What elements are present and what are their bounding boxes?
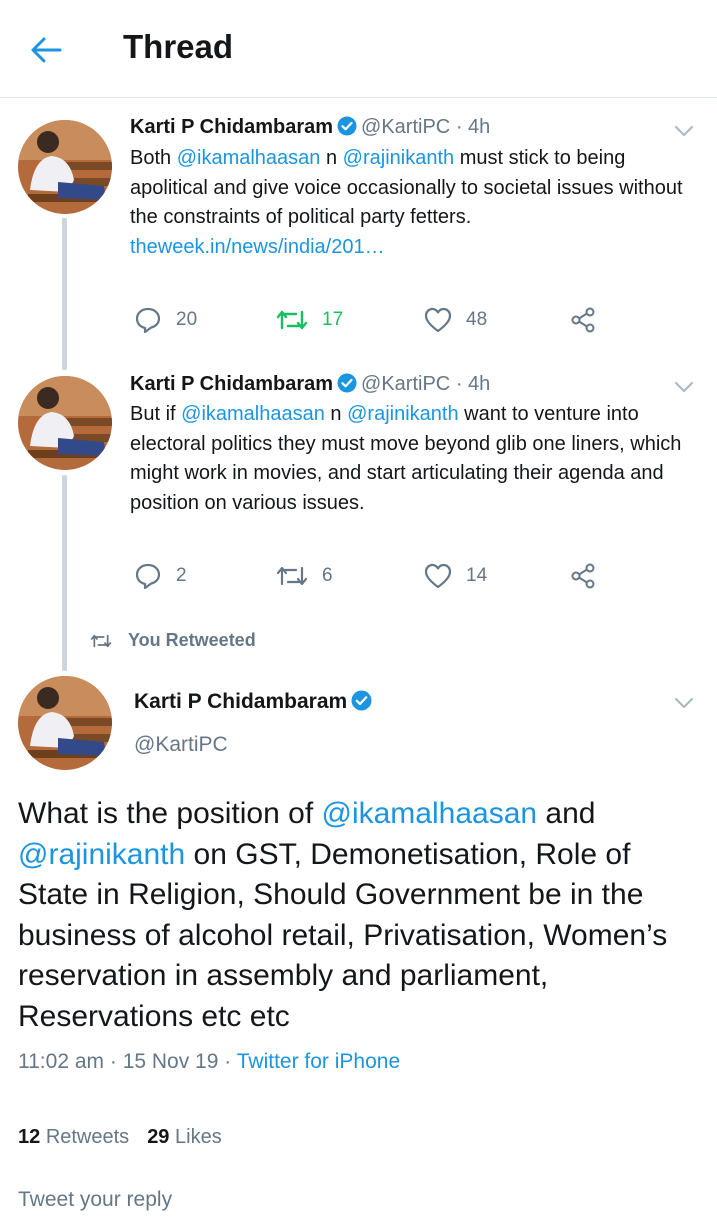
mention-link[interactable]: @rajinikanth — [347, 403, 458, 425]
retweet-count: 6 — [322, 565, 333, 586]
thread-connector — [62, 475, 67, 671]
text-segment: and — [537, 797, 596, 830]
app-header: Thread — [0, 0, 717, 98]
share-icon — [571, 563, 595, 589]
thread-connector — [62, 218, 67, 370]
tweet-stats: 12 Retweets 29 Likes — [18, 1126, 222, 1149]
tweet-actions: 20 17 48 — [130, 302, 610, 338]
tweet-menu-button[interactable] — [671, 690, 697, 716]
verified-badge-icon — [337, 116, 357, 136]
page-title: Thread — [123, 28, 234, 65]
back-arrow-icon — [31, 37, 62, 63]
heart-icon — [424, 563, 452, 589]
mention-link[interactable]: @rajinikanth — [343, 147, 454, 169]
retweet-button[interactable]: 17 — [276, 302, 343, 338]
reply-input[interactable]: Tweet your reply — [18, 1188, 172, 1212]
likes-label: Likes — [175, 1126, 222, 1148]
text-segment: What is the position of — [18, 797, 322, 830]
chevron-down-icon — [675, 697, 693, 708]
you-retweeted-label: You Retweeted — [128, 630, 256, 650]
retweet-count: 17 — [322, 309, 344, 330]
tweet-time: 11:02 am — [18, 1050, 104, 1073]
avatar[interactable] — [18, 120, 112, 214]
verified-badge-icon — [337, 373, 357, 393]
reply-icon — [135, 563, 161, 590]
retweets-count: 12 — [18, 1126, 41, 1148]
retweets-label: Retweets — [45, 1126, 130, 1148]
share-button[interactable] — [570, 558, 598, 594]
mention-link[interactable]: @ikamalhaasan — [322, 797, 538, 830]
mention-link[interactable]: @rajinikanth — [18, 838, 185, 871]
main-tweet-text: What is the position of @ikamalhaasan an… — [18, 794, 698, 1037]
reply-button[interactable]: 20 — [134, 302, 197, 338]
separator-dot: · — [109, 1050, 117, 1073]
tweet-menu-button[interactable] — [671, 118, 697, 144]
back-button[interactable] — [26, 30, 66, 70]
retweet-button[interactable]: 6 — [276, 558, 333, 594]
like-count: 48 — [466, 309, 488, 330]
tweet-text: Both @ikamalhaasan n @rajinikanth must s… — [130, 144, 700, 262]
tweet-header: Karti P Chidambaram @KartiPC · 4h — [130, 373, 490, 396]
tweet-meta: 11:02 am · 15 Nov 19 · Twitter for iPhon… — [18, 1050, 400, 1074]
tweet-actions: 2 6 14 — [130, 558, 610, 594]
author-name[interactable]: Karti P Chidambaram — [134, 690, 347, 713]
author-name[interactable]: Karti P Chidambaram — [130, 116, 333, 138]
you-retweeted-indicator: You Retweeted — [90, 630, 256, 651]
retweet-icon — [276, 566, 308, 586]
url-link[interactable]: theweek.in/news/india/201… — [130, 236, 385, 258]
reply-button[interactable]: 2 — [134, 558, 187, 594]
retweet-icon — [276, 310, 308, 330]
like-button[interactable]: 14 — [424, 558, 487, 594]
share-button[interactable] — [570, 302, 598, 338]
like-button[interactable]: 48 — [424, 302, 487, 338]
tweet-time: 4h — [468, 116, 491, 138]
retweets-stat[interactable]: 12 Retweets — [18, 1126, 129, 1148]
separator-dot: · — [455, 373, 463, 395]
reply-count: 20 — [176, 309, 198, 330]
text-segment: But if — [130, 403, 182, 425]
reply-icon — [135, 307, 161, 334]
author-handle[interactable]: @KartiPC — [361, 373, 450, 395]
tweet-menu-button[interactable] — [671, 374, 697, 400]
share-icon — [571, 307, 595, 333]
retweet-icon — [90, 634, 112, 647]
tweet-source-link[interactable]: Twitter for iPhone — [237, 1050, 400, 1073]
tweet-date: 15 Nov 19 — [122, 1050, 219, 1073]
text-segment: n — [324, 403, 348, 425]
mention-link[interactable]: @ikamalhaasan — [177, 147, 321, 169]
author-handle[interactable]: @KartiPC — [361, 116, 450, 138]
tweet-time: 4h — [468, 373, 491, 395]
chevron-down-icon — [675, 125, 693, 136]
author-handle[interactable]: @KartiPC — [134, 733, 228, 757]
mention-link[interactable]: @ikamalhaasan — [181, 403, 325, 425]
like-count: 14 — [466, 565, 488, 586]
main-author: Karti P Chidambaram — [134, 690, 376, 714]
likes-stat[interactable]: 29 Likes — [147, 1126, 222, 1148]
avatar[interactable] — [18, 676, 112, 770]
avatar[interactable] — [18, 376, 112, 470]
tweet-text: But if @ikamalhaasan n @rajinikanth want… — [130, 400, 700, 518]
author-name[interactable]: Karti P Chidambaram — [130, 373, 333, 395]
text-segment: n — [320, 147, 343, 169]
tweet-header: Karti P Chidambaram @KartiPC · 4h — [130, 116, 490, 139]
separator-dot: · — [224, 1050, 232, 1073]
chevron-down-icon — [675, 381, 693, 392]
verified-badge-icon — [351, 690, 372, 711]
heart-icon — [424, 307, 452, 333]
likes-count: 29 — [147, 1126, 170, 1148]
separator-dot: · — [455, 116, 463, 138]
reply-count: 2 — [176, 565, 187, 586]
text-segment: Both — [130, 147, 177, 169]
